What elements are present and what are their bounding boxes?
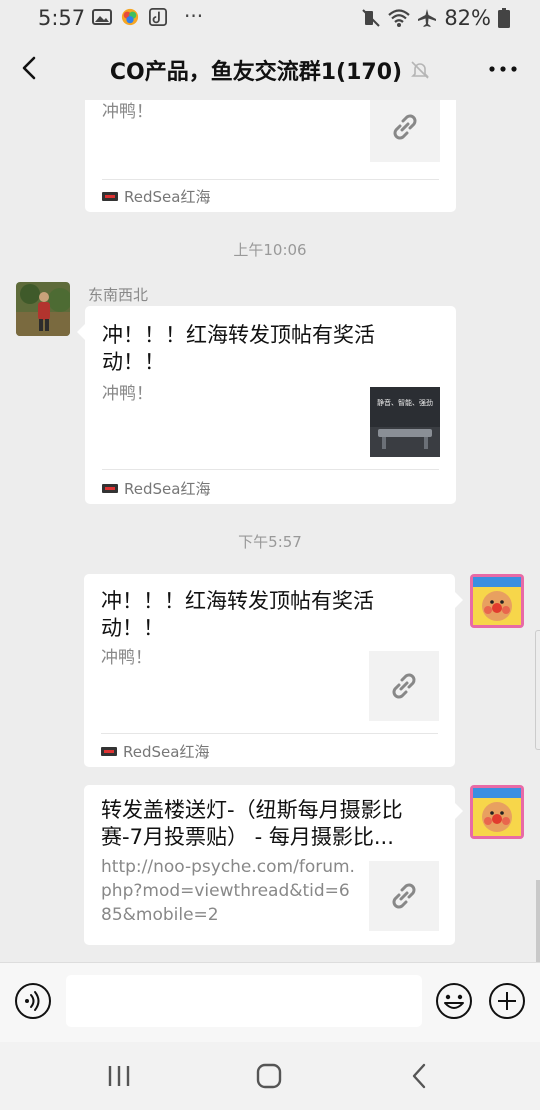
emoji-icon[interactable] <box>435 982 473 1020</box>
message-list[interactable]: 冲鸭！ RedSea红海 上午10:06 东南西北 冲！！！红海转发顶帖有奖活动… <box>0 100 540 962</box>
input-bar <box>0 962 540 1042</box>
link-card-message[interactable]: 冲鸭！ RedSea红海 <box>85 100 456 212</box>
sender-name: 东南西北 <box>88 286 149 304</box>
card-thumbnail <box>369 861 439 931</box>
system-nav-bar <box>0 1042 540 1110</box>
card-divider <box>102 469 439 470</box>
chat-header: CO产品，鱼友交流群1(170) <box>0 38 540 100</box>
more-notifications-icon: ··· <box>184 4 204 28</box>
source-label: RedSea红海 <box>124 480 211 498</box>
vibrate-mute-icon <box>362 9 381 27</box>
battery-percent: 82% <box>444 6 491 30</box>
card-description: 冲鸭！ <box>102 102 153 122</box>
link-card-message[interactable]: 冲！！！红海转发顶帖有奖活动！！ 冲鸭！ 静音、智能、强劲 RedSea红海 <box>85 306 456 504</box>
avatar[interactable] <box>16 282 70 336</box>
link-icon <box>392 673 416 699</box>
wifi-icon <box>388 9 411 27</box>
card-source: RedSea红海 <box>101 741 209 762</box>
more-icon[interactable] <box>486 54 520 84</box>
card-thumbnail: 静音、智能、强劲 <box>370 387 440 457</box>
my-avatar[interactable] <box>470 574 524 628</box>
bubble-tail <box>455 803 463 819</box>
status-time: 5:57 <box>38 6 86 30</box>
timestamp: 下午5:57 <box>238 533 302 551</box>
card-divider <box>102 179 439 180</box>
battery-icon <box>498 8 510 28</box>
tiktok-app-icon <box>149 8 167 26</box>
recent-apps-icon[interactable] <box>101 1060 137 1092</box>
source-label: RedSea红海 <box>123 743 210 761</box>
airplane-mode-icon <box>418 9 437 27</box>
card-title: 冲！！！红海转发顶帖有奖活动！！ <box>101 589 374 640</box>
home-icon[interactable] <box>251 1060 287 1092</box>
card-title: 转发盖楼送灯-（纽斯每月摄影比赛-7月投票贴） - 每月摄影比... <box>101 798 403 849</box>
source-label: RedSea红海 <box>124 188 211 206</box>
chat-title: CO产品，鱼友交流群1(170) <box>109 60 403 85</box>
bubble-tail <box>455 592 463 608</box>
mute-icon <box>411 61 430 79</box>
redsea-logo-icon <box>101 747 117 756</box>
voice-icon[interactable] <box>14 982 52 1020</box>
card-source: RedSea红海 <box>102 186 210 207</box>
redsea-logo-icon <box>102 192 118 201</box>
weibo-app-icon <box>121 8 139 26</box>
link-card-message[interactable]: 转发盖楼送灯-（纽斯每月摄影比赛-7月投票贴） - 每月摄影比... http:… <box>84 785 455 945</box>
nav-back-icon[interactable] <box>402 1060 438 1092</box>
card-thumbnail <box>369 651 439 721</box>
card-description: 冲鸭！ <box>101 648 152 668</box>
link-icon <box>393 114 417 140</box>
timestamp: 上午10:06 <box>233 241 307 259</box>
card-source: RedSea红海 <box>102 478 210 499</box>
message-input[interactable] <box>66 975 422 1027</box>
scrollbar[interactable] <box>536 880 540 962</box>
card-title: 冲！！！红海转发顶帖有奖活动！！ <box>102 323 375 374</box>
card-thumbnail <box>370 100 440 162</box>
link-icon <box>392 883 416 909</box>
thumb-caption: 静音、智能、强劲 <box>377 398 433 407</box>
bubble-tail <box>77 324 85 340</box>
status-bar: 5:57 ··· 82% <box>0 0 540 38</box>
card-description: 冲鸭！ <box>102 384 153 404</box>
gallery-icon <box>92 9 112 25</box>
card-url: http://noo-psyche.com/forum.php?mod=view… <box>101 857 355 925</box>
my-avatar[interactable] <box>470 785 524 839</box>
redsea-logo-icon <box>102 484 118 493</box>
edge-panel-handle[interactable] <box>535 630 540 750</box>
plus-icon[interactable] <box>488 982 526 1020</box>
card-divider <box>101 733 438 734</box>
link-card-message[interactable]: 冲！！！红海转发顶帖有奖活动！！ 冲鸭！ RedSea红海 <box>84 574 455 767</box>
